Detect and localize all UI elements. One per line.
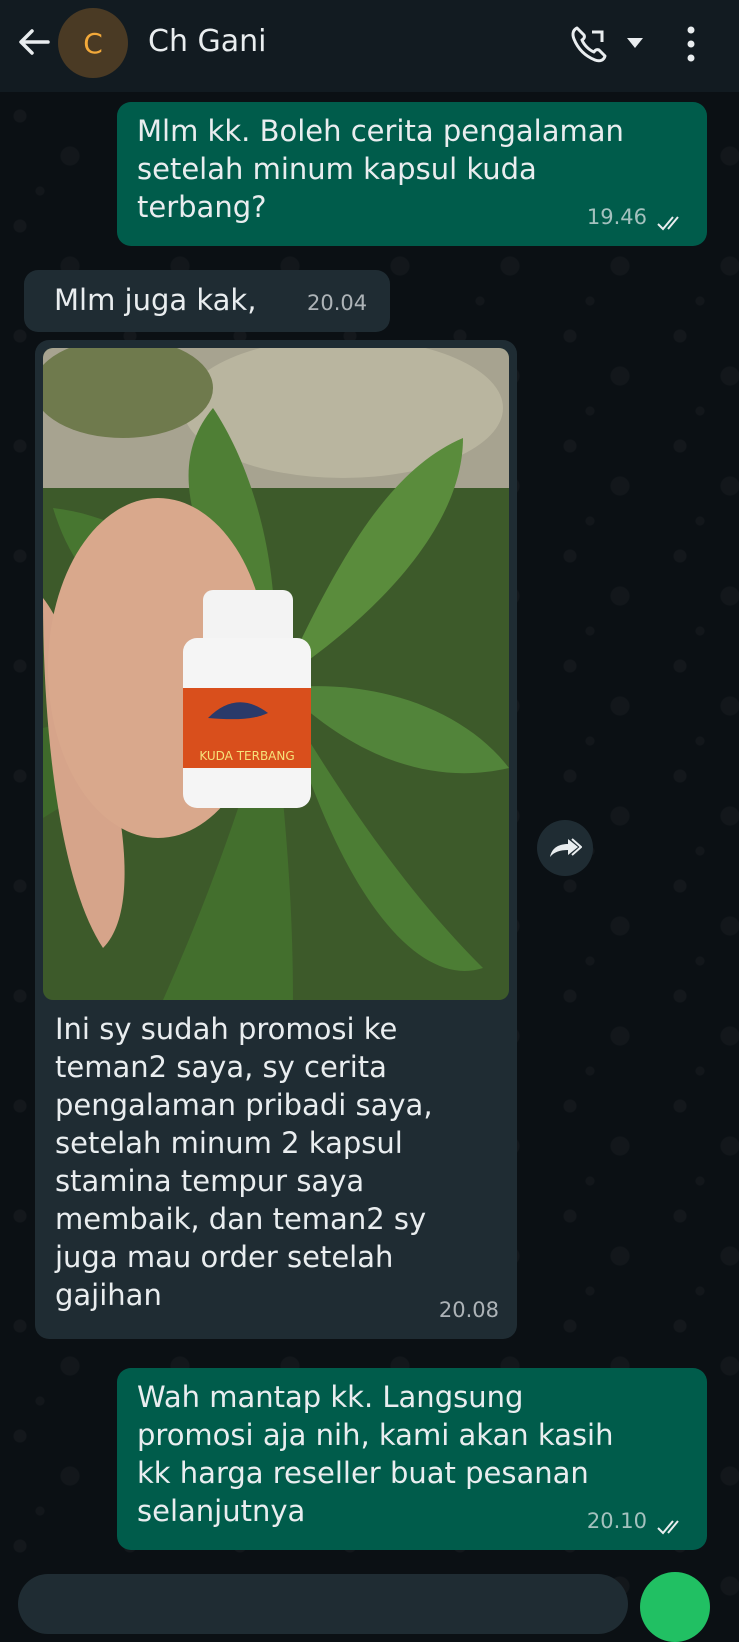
message-line: Ini sy sudah promosi ke: [55, 1012, 398, 1046]
message-line: Wah mantap kk. Langsung: [137, 1380, 524, 1414]
mic-button[interactable]: [640, 1572, 710, 1642]
read-ticks-icon: [657, 1520, 679, 1535]
message-time: 20.10: [586, 1509, 647, 1533]
avatar-letter: C: [83, 26, 103, 60]
message-line: stamina tempur saya: [55, 1164, 365, 1198]
chat-header: C Ch Gani: [0, 0, 739, 92]
message-line: teman2 saya, sy cerita: [55, 1050, 387, 1084]
avatar[interactable]: C: [58, 8, 128, 78]
message-line: Mlm kk. Boleh cerita pengalaman: [137, 114, 624, 148]
contact-name[interactable]: Ch Gani: [148, 24, 266, 59]
chevron-down-icon[interactable]: [626, 36, 644, 50]
message-line: setelah minum kapsul kuda: [137, 152, 537, 186]
back-arrow-icon[interactable]: [14, 22, 54, 62]
product-label-text: KUDA TERBANG: [199, 749, 294, 763]
message-bubble-incoming[interactable]: Mlm juga kak, 20.04: [24, 270, 390, 332]
more-vert-icon[interactable]: [684, 24, 698, 64]
phone-icon[interactable]: [568, 22, 608, 66]
forward-icon: [550, 838, 582, 857]
message-input-bar[interactable]: [18, 1574, 628, 1634]
read-ticks-icon: [657, 216, 679, 231]
message-time: 20.08: [438, 1298, 499, 1322]
message-time: 20.04: [307, 291, 368, 315]
message-line: promosi aja nih, kami akan kasih: [137, 1418, 614, 1452]
message-line: gajihan: [55, 1278, 162, 1312]
message-line: kk harga reseller buat pesanan: [137, 1456, 589, 1490]
message-bubble-outgoing[interactable]: Wah mantap kk. Langsung promosi aja nih,…: [117, 1368, 707, 1550]
message-bubble-outgoing[interactable]: Mlm kk. Boleh cerita pengalaman setelah …: [117, 102, 707, 246]
message-photo[interactable]: KUDA TERBANG: [43, 348, 509, 1000]
message-time: 19.46: [586, 205, 647, 229]
message-line: setelah minum 2 kapsul: [55, 1126, 403, 1160]
message-line: juga mau order setelah: [55, 1240, 394, 1274]
message-line: membaik, dan teman2 sy: [55, 1202, 427, 1236]
plant-photo-illustration: KUDA TERBANG: [43, 348, 509, 1000]
forward-button[interactable]: [537, 820, 593, 876]
message-line: pengalaman pribadi saya,: [55, 1088, 433, 1122]
